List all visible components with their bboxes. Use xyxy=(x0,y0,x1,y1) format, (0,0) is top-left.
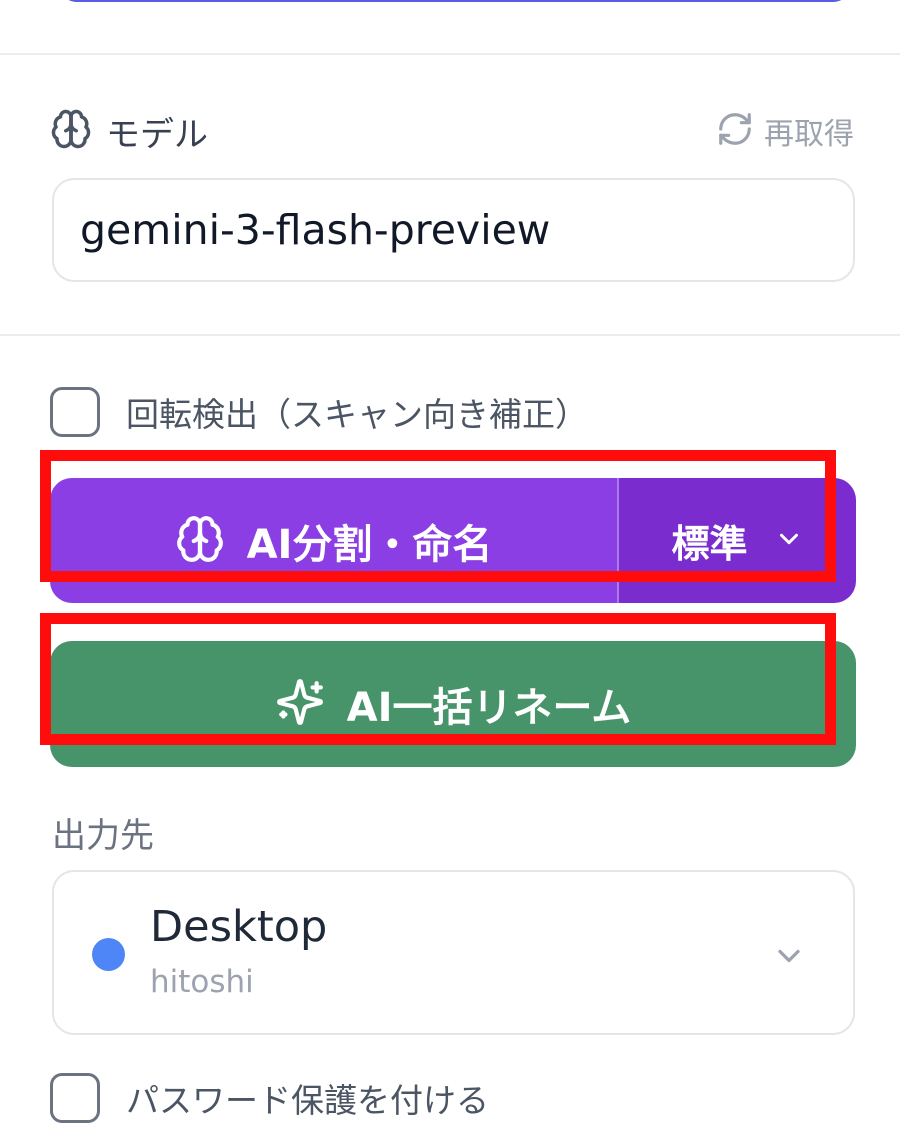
rotation-detect-label: 回転検出（スキャン向き補正） xyxy=(126,395,588,434)
password-protect-checkbox[interactable] xyxy=(50,1073,100,1123)
ai-split-button-group: AI分割・命名 標準 xyxy=(50,478,856,603)
ai-bulk-rename-label: AI一括リネーム xyxy=(346,685,632,731)
divider-middle xyxy=(0,334,900,336)
output-destination-select[interactable]: Desktop hitoshi xyxy=(52,870,855,1035)
chevron-down-icon xyxy=(774,524,804,558)
password-protect-row[interactable]: パスワード保護を付ける xyxy=(50,1073,489,1123)
destination-name: Desktop xyxy=(150,902,328,952)
ai-bulk-rename-button[interactable]: AI一括リネーム xyxy=(50,641,856,767)
model-label: モデル xyxy=(50,108,208,155)
model-input[interactable] xyxy=(54,180,853,280)
rotation-detect-row[interactable]: 回転検出（スキャン向き補正） xyxy=(50,387,588,437)
destination-user: hitoshi xyxy=(150,964,254,1000)
brain-icon xyxy=(175,514,225,568)
ai-split-label: AI分割・命名 xyxy=(246,521,493,568)
ai-split-mode-label: 標準 xyxy=(671,522,748,566)
refresh-models-button[interactable]: 再取得 xyxy=(716,108,854,154)
chevron-down-icon xyxy=(771,938,807,978)
password-protect-label: パスワード保護を付ける xyxy=(126,1081,489,1120)
rotation-detect-checkbox[interactable] xyxy=(50,387,100,437)
divider-top xyxy=(0,53,900,55)
ai-split-mode-dropdown[interactable]: 標準 xyxy=(619,478,856,603)
refresh-icon xyxy=(716,110,754,152)
brain-icon xyxy=(50,108,92,154)
model-field[interactable] xyxy=(52,178,855,282)
destination-color-dot xyxy=(92,938,125,971)
ai-split-button[interactable]: AI分割・命名 xyxy=(50,478,617,603)
refresh-label: 再取得 xyxy=(764,117,854,152)
model-label-text: モデル xyxy=(106,114,208,155)
sparkle-icon xyxy=(275,677,325,731)
output-destination-label: 出力先 xyxy=(52,816,154,856)
top-partial-button[interactable] xyxy=(62,0,848,2)
